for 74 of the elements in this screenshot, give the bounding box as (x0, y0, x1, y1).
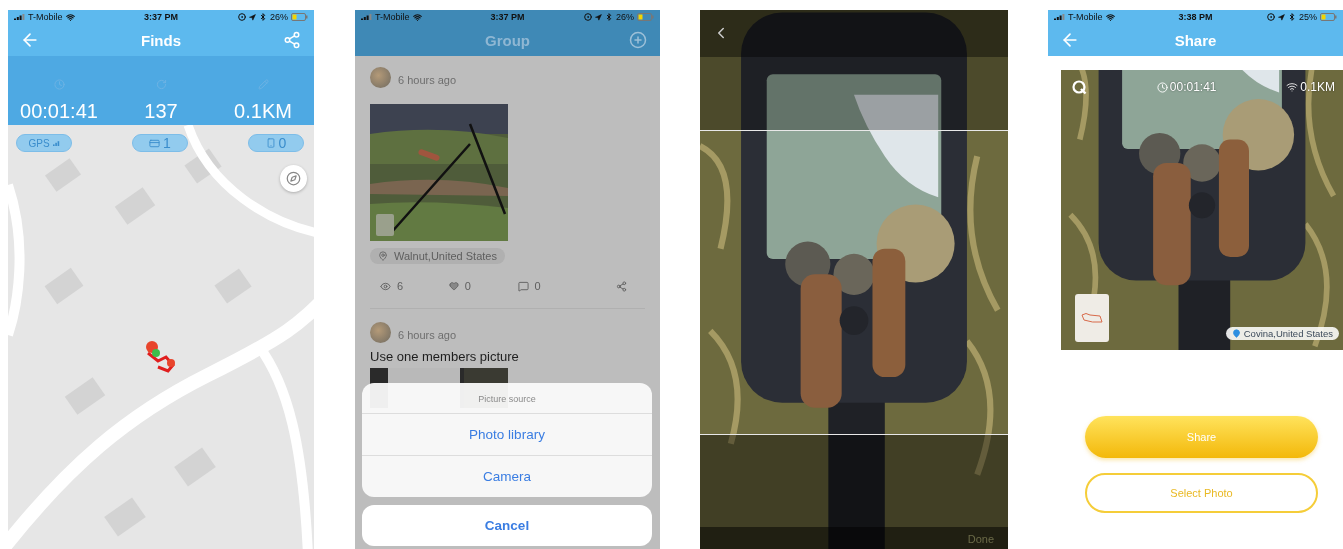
wifi-icon (412, 12, 422, 22)
pin-icon (1231, 329, 1241, 338)
stat-value: 00:01:41 (20, 100, 98, 122)
circle-dot-icon (584, 13, 592, 21)
carrier-name: T-Mobile (375, 12, 410, 22)
route-thumbnail[interactable] (1075, 294, 1109, 342)
bluetooth-icon (605, 13, 613, 21)
battery-icon (291, 13, 308, 21)
share-icon[interactable] (616, 280, 628, 292)
screen-title: Share (1174, 31, 1217, 49)
clock-icon (53, 79, 65, 90)
avatar[interactable] (370, 66, 391, 88)
screen-title: Finds (141, 31, 181, 49)
stat-value: 0.1KM (234, 100, 292, 122)
card-icon (149, 137, 161, 149)
share-icon[interactable] (283, 31, 301, 49)
location-arrow-icon (595, 13, 602, 21)
eye-icon (380, 280, 391, 292)
battery-percent: 26% (270, 12, 288, 22)
location-arrow-icon (1278, 13, 1285, 21)
battery-percent: 25% (1299, 12, 1317, 22)
signal-icon (361, 13, 372, 21)
comments-count: 0 (534, 280, 541, 292)
post-time: 6 hours ago (398, 74, 457, 86)
signal-icon (1054, 13, 1065, 21)
views-count: 6 (397, 280, 404, 292)
heart-icon[interactable] (448, 281, 459, 291)
post-time: 6 hours ago (398, 329, 457, 341)
select-photo-button[interactable]: Select Photo (1085, 473, 1318, 513)
battery-percent: 26% (616, 12, 634, 22)
bluetooth-icon (1288, 13, 1296, 21)
status-chip[interactable]: 1 (132, 134, 188, 152)
circular-arrow-icon (155, 79, 167, 90)
carrier-name: T-Mobile (1068, 12, 1103, 22)
status-time: 3:37 PM (144, 12, 178, 22)
bluetooth-icon (259, 13, 267, 21)
battery-icon (1320, 13, 1337, 21)
status-chip[interactable]: 0 (248, 134, 304, 152)
done-button[interactable]: Done (967, 533, 994, 545)
post-text: Use one members picture (370, 349, 520, 364)
cancel-button[interactable]: Cancel (362, 505, 652, 546)
circle-dot-icon (1267, 13, 1275, 21)
sheet-option[interactable]: Camera (362, 455, 652, 497)
wifi-icon (65, 12, 75, 22)
screen-title: Group (485, 31, 530, 49)
distance-label: 0.1KM (1300, 80, 1335, 94)
location-text: Covina,United States (1243, 328, 1333, 339)
status-time: 3:38 PM (1178, 12, 1213, 22)
battery-icon (637, 13, 654, 21)
pencil-icon (257, 79, 269, 90)
signal-icon (52, 140, 60, 146)
status-chip[interactable]: GPS (16, 134, 72, 152)
pin-icon (378, 251, 388, 261)
comment-icon[interactable] (517, 280, 529, 292)
sheet-title: Picture source (478, 393, 536, 406)
add-icon[interactable] (629, 31, 647, 49)
phone-icon (265, 138, 276, 148)
wifi-icon (1286, 81, 1299, 93)
stat-value: 137 (144, 100, 178, 122)
circle-dot-icon (238, 13, 246, 21)
duration-label: 00:01:41 (1169, 80, 1217, 94)
avatar[interactable] (370, 321, 391, 343)
status-time: 3:37 PM (490, 12, 525, 22)
sheet-option[interactable]: Photo library (362, 413, 652, 455)
share-button[interactable]: Share (1085, 416, 1318, 458)
carrier-name: T-Mobile (28, 12, 63, 22)
wifi-icon (1105, 12, 1115, 22)
location-text: Walnut,United States (394, 250, 497, 262)
signal-icon (14, 13, 25, 21)
logo-icon (1071, 79, 1087, 95)
likes-count: 0 (464, 280, 471, 292)
clock-icon (1156, 81, 1168, 93)
compass-icon (286, 171, 301, 186)
location-arrow-icon (249, 13, 256, 21)
